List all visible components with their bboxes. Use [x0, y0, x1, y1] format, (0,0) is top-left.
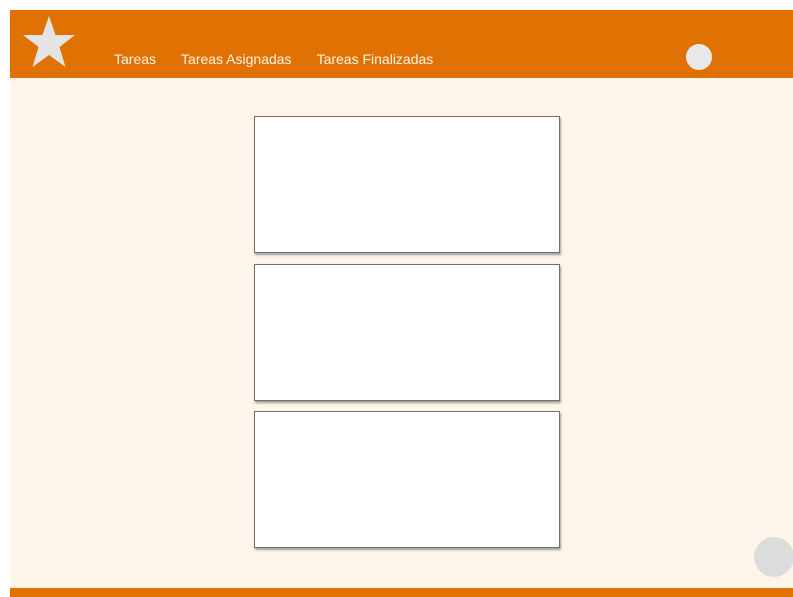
- nav-tareas[interactable]: Tareas: [114, 50, 156, 68]
- header-bar: Tareas Tareas Asignadas Tareas Finalizad…: [10, 10, 793, 78]
- task-card[interactable]: [254, 116, 560, 253]
- main-nav: Tareas Tareas Asignadas Tareas Finalizad…: [114, 50, 458, 68]
- task-card[interactable]: [254, 264, 560, 401]
- nav-tareas-finalizadas[interactable]: Tareas Finalizadas: [317, 50, 434, 68]
- footer-bar: [10, 588, 793, 597]
- star-icon[interactable]: [22, 14, 76, 70]
- app-frame: Tareas Tareas Asignadas Tareas Finalizad…: [10, 10, 793, 597]
- nav-tareas-asignadas[interactable]: Tareas Asignadas: [181, 50, 292, 68]
- floating-action-button[interactable]: [754, 537, 793, 577]
- task-card[interactable]: [254, 411, 560, 548]
- avatar[interactable]: [686, 44, 712, 70]
